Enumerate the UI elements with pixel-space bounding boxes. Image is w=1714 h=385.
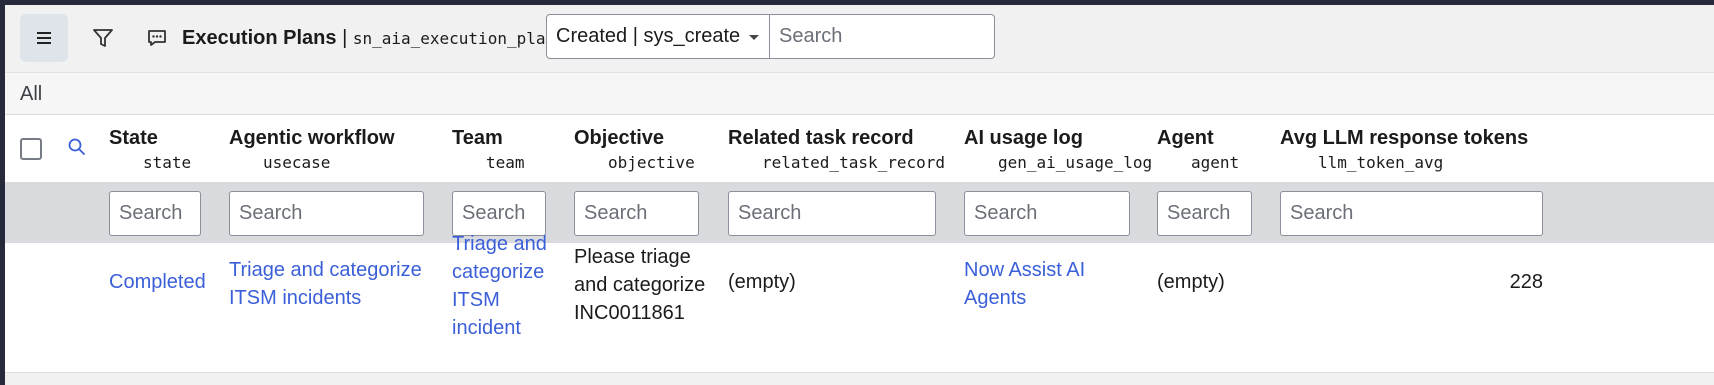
column-label: Objective — [574, 127, 665, 149]
search-input-state[interactable] — [109, 191, 201, 236]
column-header-llm-token-avg[interactable]: Avg LLM response tokens llm_token_avg — [1280, 127, 1528, 172]
page-title: Execution Plans | sn_aia_execution_plan — [182, 27, 555, 50]
column-header-related-task-record[interactable]: Related task record related_task_record — [728, 127, 945, 172]
table-row: Completed Triage and categorize ITSM inc… — [5, 233, 1714, 373]
hamburger-menu-icon — [37, 32, 51, 44]
activity-stream-button[interactable] — [133, 14, 181, 62]
search-input-usecase[interactable] — [229, 191, 424, 236]
column-header-ai-usage-log[interactable]: AI usage log gen_ai_usage_log — [964, 127, 1152, 172]
column-header-row: State state Agentic workflow usecase Tea… — [5, 115, 1714, 182]
column-field-name: agent — [1191, 153, 1240, 172]
column-label: Avg LLM response tokens — [1280, 127, 1529, 149]
column-header-state[interactable]: State state — [109, 127, 191, 172]
column-label: Agent — [1157, 127, 1214, 149]
title-separator: | — [342, 27, 348, 49]
filter-funnel-icon — [93, 29, 113, 47]
column-field-name: gen_ai_usage_log — [998, 153, 1153, 172]
cell-agent: (empty) — [1157, 271, 1225, 293]
list-title: Execution Plans — [182, 27, 337, 49]
column-field-name: llm_token_avg — [1318, 153, 1444, 172]
breadcrumb-all[interactable]: All — [20, 83, 42, 106]
search-input-objective[interactable] — [574, 191, 699, 236]
cell-related-task-record: (empty) — [728, 271, 796, 293]
comment-icon — [148, 30, 166, 46]
column-label: Agentic workflow — [229, 127, 395, 149]
search-input-ai-usage-log[interactable] — [964, 191, 1130, 236]
search-input-llm-token-avg[interactable] — [1280, 191, 1543, 236]
search-input-agent[interactable] — [1157, 191, 1252, 236]
cell-objective: Please triage and categorize INC0011861 — [574, 246, 706, 324]
table-name: sn_aia_execution_plan — [352, 29, 556, 48]
list-header: Execution Plans | sn_aia_execution_plan … — [5, 5, 1714, 73]
column-header-agent[interactable]: Agent agent — [1157, 127, 1239, 172]
column-header-team[interactable]: Team team — [452, 127, 525, 172]
select-all-checkbox[interactable] — [20, 138, 42, 160]
cell-llm-token-avg: 228 — [1509, 271, 1543, 293]
search-icon — [68, 138, 85, 155]
list-footer — [5, 373, 1714, 385]
cell-ai-usage-log[interactable]: Now Assist AI Agents — [964, 256, 1114, 312]
search-field-select[interactable]: Created | sys_create — [546, 14, 770, 59]
column-field-name: state — [143, 153, 192, 172]
column-field-name: related_task_record — [762, 153, 946, 172]
column-label: State — [109, 127, 158, 149]
breadcrumb: All — [5, 73, 1714, 115]
column-field-name: usecase — [263, 153, 331, 172]
list-search-input[interactable] — [770, 14, 995, 59]
chevron-down-icon — [749, 35, 759, 40]
filter-button[interactable] — [79, 14, 127, 62]
column-label: AI usage log — [964, 127, 1083, 149]
cell-state[interactable]: Completed — [109, 268, 206, 296]
column-label: Related task record — [728, 127, 914, 149]
column-search-toggle[interactable] — [67, 137, 87, 162]
column-label: Team — [452, 127, 503, 149]
cell-team[interactable]: Triage and categorize ITSM incident — [452, 230, 552, 342]
column-header-objective[interactable]: Objective objective — [574, 127, 695, 172]
search-field-select-value: Created | sys_create — [556, 25, 741, 47]
column-search-row — [5, 182, 1714, 243]
context-menu-button[interactable] — [20, 14, 68, 62]
cell-usecase[interactable]: Triage and categorize ITSM incidents — [229, 256, 429, 312]
column-header-usecase[interactable]: Agentic workflow usecase — [229, 127, 395, 172]
search-input-related-task-record[interactable] — [728, 191, 936, 236]
column-field-name: team — [486, 153, 525, 172]
column-field-name: objective — [608, 153, 695, 172]
